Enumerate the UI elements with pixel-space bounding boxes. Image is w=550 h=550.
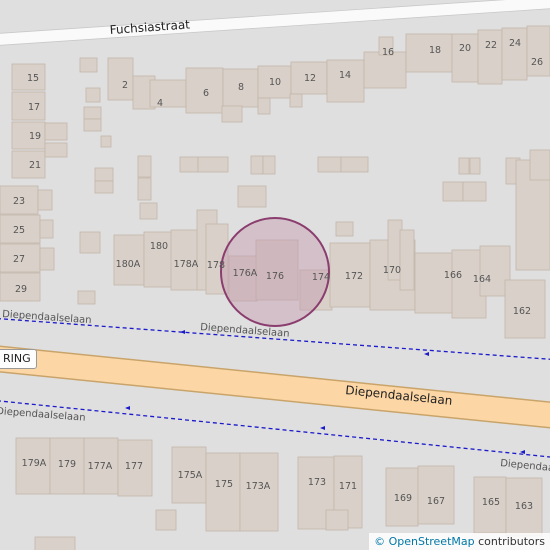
house-number: 176 [266, 271, 284, 282]
house-number: 170 [383, 265, 401, 276]
route-badge-ring: RING [0, 349, 37, 369]
house-number: 174 [312, 272, 330, 283]
house-number: 164 [473, 274, 491, 285]
house-number: 24 [509, 38, 521, 49]
street-label-path-north-left: Diependaalselaan [2, 309, 92, 326]
house-number: 172 [345, 271, 363, 282]
house-number: 180A [116, 259, 141, 270]
house-number: 26 [531, 57, 543, 68]
house-number: 2 [122, 80, 128, 91]
house-number: 175A [178, 470, 203, 481]
house-number: 167 [427, 496, 445, 507]
house-number: 180 [150, 241, 168, 252]
house-number: 18 [429, 45, 441, 56]
map-svg: Fuchsiastraat Diependaalselaan Diependaa… [0, 0, 550, 550]
openstreetmap-link[interactable]: OpenStreetMap [389, 535, 475, 548]
house-number: 177A [88, 461, 113, 472]
map-attribution: © OpenStreetMap contributors [369, 533, 550, 550]
house-number: 8 [238, 82, 244, 93]
house-number: 179 [58, 459, 76, 470]
street-label-fuchsiastraat: Fuchsiastraat [109, 17, 190, 37]
house-number: 21 [29, 160, 41, 171]
house-number: 173 [308, 477, 326, 488]
house-number: 19 [29, 131, 41, 142]
house-number: 16 [382, 47, 394, 58]
street-label-path-south-left: Diependaalselaan [0, 406, 86, 424]
house-number: 27 [13, 254, 25, 265]
house-number: 175 [215, 479, 233, 490]
house-number: 29 [15, 284, 27, 295]
house-number: 177 [125, 461, 143, 472]
house-number: 163 [515, 501, 533, 512]
house-number: 176A [233, 268, 258, 279]
house-number: 4 [157, 98, 163, 109]
copyright-icon: © [374, 535, 386, 548]
house-number: 25 [13, 225, 25, 236]
house-number: 178A [174, 259, 199, 270]
house-number: 165 [482, 497, 500, 508]
street-label-path-south-right: Diependaalselaan [500, 458, 550, 478]
house-number: 171 [339, 481, 357, 492]
house-number: 17 [28, 102, 40, 113]
house-number: 14 [339, 70, 351, 81]
house-number: 22 [485, 40, 497, 51]
house-number: 178 [207, 260, 225, 271]
house-number: 20 [459, 43, 471, 54]
attribution-suffix: contributors [474, 535, 545, 548]
house-number: 169 [394, 493, 412, 504]
diependaalselaan-main-road[interactable] [0, 346, 550, 428]
house-number: 6 [203, 88, 209, 99]
house-number: 10 [269, 77, 281, 88]
house-number: 179A [22, 458, 47, 469]
house-number: 15 [27, 73, 39, 84]
house-number: 162 [513, 306, 531, 317]
map-canvas[interactable]: Fuchsiastraat Diependaalselaan Diependaa… [0, 0, 550, 550]
house-number: 173A [246, 481, 271, 492]
house-number: 12 [304, 73, 316, 84]
house-number: 166 [444, 270, 462, 281]
house-number: 23 [13, 196, 25, 207]
